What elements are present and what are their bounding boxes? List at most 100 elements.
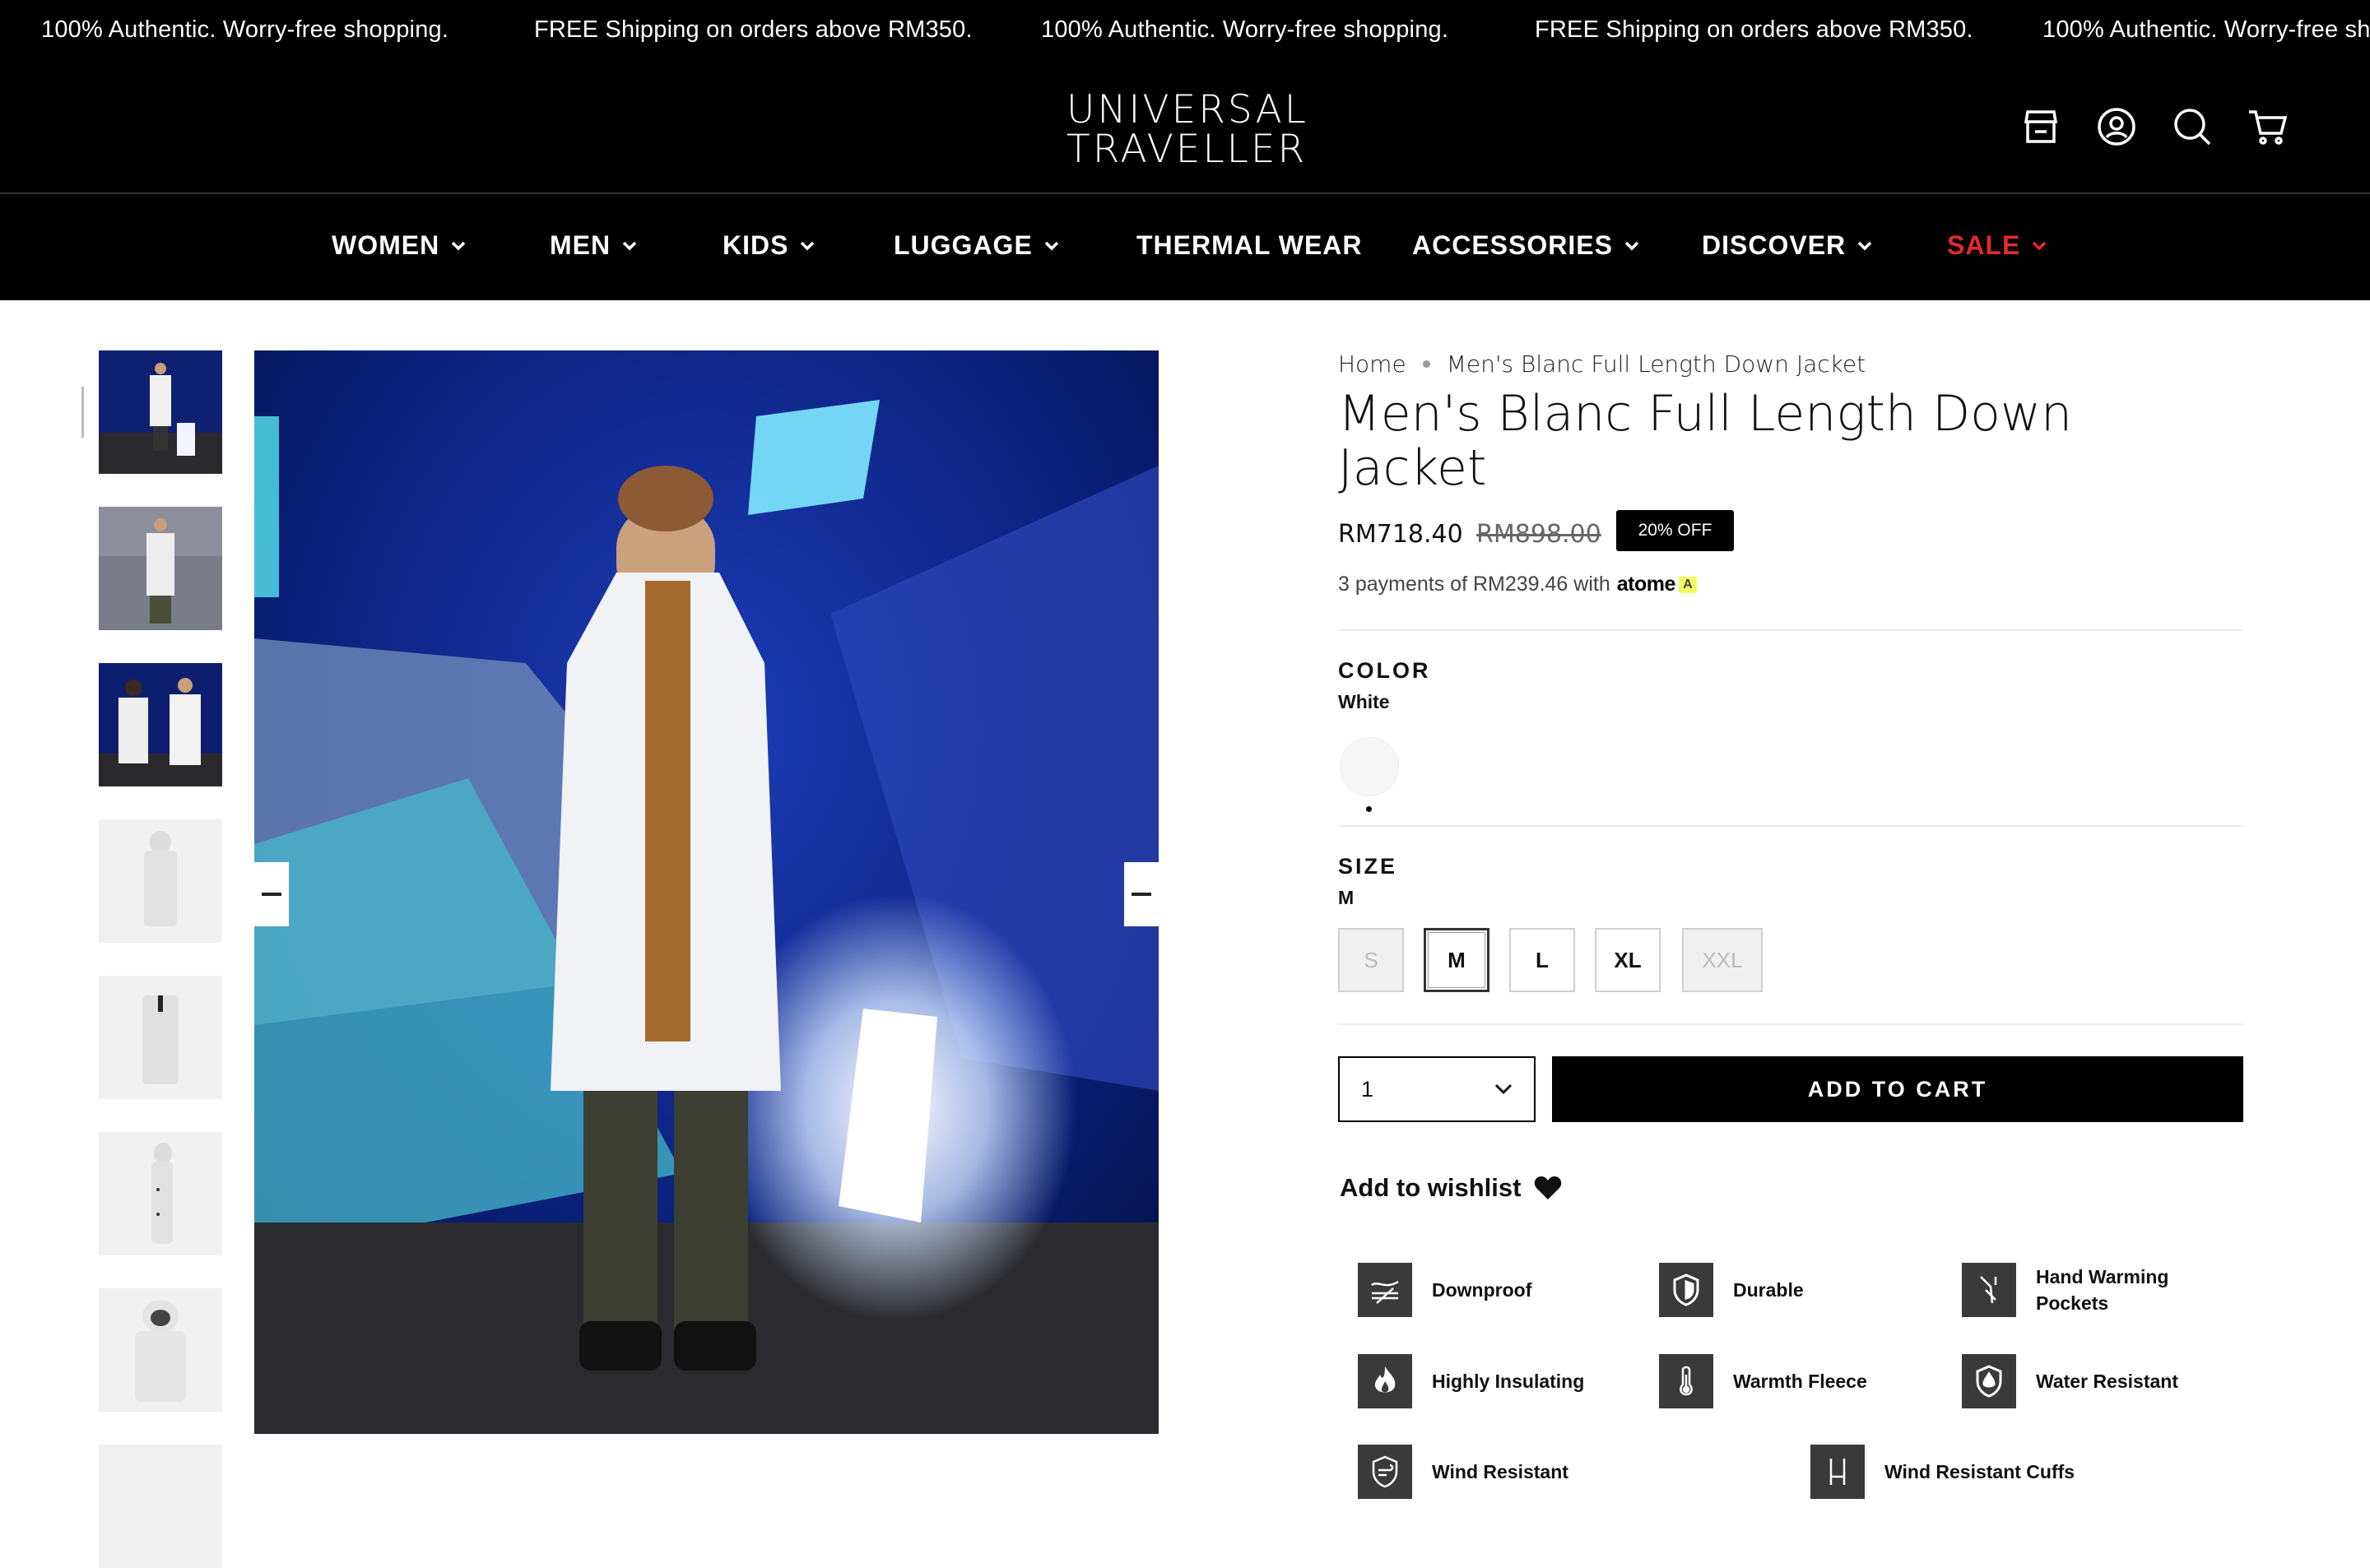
- feature-water-resistant: Water Resistant: [1962, 1354, 2178, 1408]
- arrow-left-icon: [262, 893, 281, 896]
- color-swatch-white[interactable]: [1340, 737, 1399, 796]
- thumbnail-5[interactable]: [99, 976, 222, 1099]
- announcement-message: FREE Shipping on orders above RM350.: [1535, 16, 1973, 43]
- nav-item-luggage[interactable]: LUGGAGE: [894, 230, 1059, 261]
- search-icon[interactable]: [2171, 105, 2214, 148]
- nav-label: ACCESSORIES: [1412, 230, 1613, 260]
- chevron-down-icon: [1044, 241, 1059, 250]
- breadcrumb-separator: [1422, 360, 1430, 368]
- shield-icon: [1659, 1263, 1713, 1317]
- feature-label: Wind Resistant: [1432, 1461, 1568, 1482]
- swatch-selected-dot: [1366, 806, 1372, 812]
- chevron-down-icon: [2033, 241, 2047, 250]
- atome-mark-icon: A: [1678, 576, 1697, 593]
- flame-icon: [1358, 1354, 1412, 1408]
- color-value: White: [1338, 691, 1390, 712]
- product-title: Men's Blanc Full Length Down Jacket: [1338, 387, 2079, 495]
- feature-warmth-fleece: Warmth Fleece: [1659, 1354, 1867, 1408]
- thumbnail-6[interactable]: [99, 1132, 222, 1255]
- cuff-icon: [1810, 1445, 1865, 1499]
- quantity-select[interactable]: 1: [1338, 1056, 1536, 1122]
- color-label: COLOR: [1338, 658, 1431, 683]
- nav-label: DISCOVER: [1702, 230, 1847, 260]
- nav-label: KIDS: [723, 230, 789, 260]
- breadcrumb-home-link[interactable]: Home: [1338, 350, 1406, 378]
- site-header: UNIVERSAL TRAVELLER: [0, 59, 2370, 193]
- thumbnail-2[interactable]: [99, 507, 222, 630]
- chevron-down-icon: [451, 241, 466, 250]
- size-label: SIZE: [1338, 854, 1398, 879]
- nav-label: WOMEN: [332, 230, 440, 260]
- size-option-l[interactable]: L: [1509, 928, 1575, 992]
- size-value: M: [1338, 887, 1355, 908]
- sale-price: RM718.40: [1338, 520, 1463, 549]
- compare-price: RM898.00: [1476, 520, 1601, 549]
- atome-logo[interactable]: atome: [1617, 573, 1676, 596]
- store-icon[interactable]: [2019, 105, 2062, 148]
- size-option-s[interactable]: S: [1338, 928, 1404, 992]
- breadcrumb: Home Men's Blanc Full Length Down Jacket: [1338, 350, 1866, 378]
- main-nav: WOMEN MEN KIDS LUGGAGE THERMAL WEAR ACCE…: [0, 194, 2370, 300]
- breadcrumb-current: Men's Blanc Full Length Down Jacket: [1446, 350, 1866, 378]
- thumbnail-3[interactable]: [99, 663, 222, 786]
- main-product-image[interactable]: [254, 350, 1159, 1434]
- nav-item-kids[interactable]: KIDS: [723, 230, 815, 261]
- thumbnail-4[interactable]: [99, 819, 222, 943]
- water-drop-icon: [1962, 1354, 2016, 1408]
- announcement-message: FREE Shipping on orders above RM350.: [534, 16, 973, 43]
- brand-logo[interactable]: UNIVERSAL TRAVELLER: [1066, 87, 1308, 172]
- chevron-down-icon: [801, 241, 815, 250]
- announcement-message: 100% Authentic. Worry-free shopping.: [41, 16, 449, 43]
- size-option-xl[interactable]: XL: [1595, 928, 1661, 992]
- discount-badge: 20% OFF: [1616, 510, 1734, 551]
- nav-label: THERMAL WEAR: [1136, 230, 1363, 260]
- add-to-cart-button[interactable]: ADD TO CART: [1552, 1056, 2243, 1122]
- chevron-down-icon: [1624, 241, 1639, 250]
- feature-label: Water Resistant: [2036, 1371, 2178, 1392]
- wind-icon: [1358, 1445, 1412, 1499]
- size-option-xxl[interactable]: XXL: [1682, 928, 1763, 992]
- cart-icon[interactable]: [2247, 105, 2289, 148]
- chevron-down-icon: [622, 241, 637, 250]
- feature-durable: Durable: [1659, 1263, 1804, 1317]
- product-title-line: Men's Blanc Full Length Down: [1338, 385, 2072, 443]
- quantity-value: 1: [1361, 1076, 1374, 1102]
- feature-label: Hand Warming Pockets: [2036, 1266, 2169, 1314]
- thumbnail-8[interactable]: [99, 1445, 222, 1568]
- divider: [1338, 1023, 2243, 1025]
- prev-image-button[interactable]: [254, 862, 289, 926]
- logo-line: UNIVERSAL: [1066, 87, 1308, 132]
- add-to-wishlist-button[interactable]: Add to wishlist: [1340, 1173, 1562, 1203]
- feature-downproof: Downproof: [1358, 1263, 1531, 1317]
- nav-item-thermal-wear[interactable]: THERMAL WEAR: [1136, 230, 1363, 261]
- nav-item-discover[interactable]: DISCOVER: [1702, 230, 1872, 261]
- feature-label: Durable: [1733, 1279, 1804, 1301]
- account-icon[interactable]: [2095, 105, 2138, 148]
- nav-item-sale[interactable]: SALE: [1947, 230, 2047, 261]
- next-image-button[interactable]: [1124, 862, 1159, 926]
- chevron-down-icon: [1494, 1083, 1513, 1095]
- divider: [1338, 629, 2243, 631]
- logo-line: TRAVELLER: [1066, 127, 1308, 172]
- size-option-m[interactable]: M: [1424, 928, 1489, 992]
- announcement-bar: 100% Authentic. Worry-free shopping. FRE…: [0, 0, 2370, 59]
- feature-label: Wind Resistant Cuffs: [1884, 1461, 2075, 1482]
- nav-label: LUGGAGE: [894, 230, 1033, 260]
- thumbnail-scroll-indicator[interactable]: [81, 387, 84, 438]
- nav-label: MEN: [550, 230, 611, 260]
- thumbnail-7[interactable]: [99, 1288, 222, 1412]
- feature-label: Downproof: [1432, 1279, 1532, 1301]
- installment-text: 3 payments of RM239.46 with: [1338, 573, 1610, 596]
- wishlist-label: Add to wishlist: [1340, 1173, 1522, 1202]
- nav-item-accessories[interactable]: ACCESSORIES: [1412, 230, 1639, 261]
- announcement-message: 100% Authentic. Worry-free shopping.: [1041, 16, 1449, 43]
- announcement-message: 100% Authentic. Worry-free sho: [2042, 16, 2370, 43]
- thumbnail-1[interactable]: [99, 350, 222, 474]
- product-title-line: Jacket: [1338, 439, 1487, 497]
- nav-item-men[interactable]: MEN: [550, 230, 637, 261]
- nav-label: SALE: [1947, 230, 2021, 260]
- heart-icon: [1535, 1176, 1562, 1199]
- feature-highly-insulating: Highly Insulating: [1358, 1354, 1584, 1408]
- nav-item-women[interactable]: WOMEN: [332, 230, 466, 261]
- feature-wind-resistant: Wind Resistant: [1358, 1445, 1568, 1499]
